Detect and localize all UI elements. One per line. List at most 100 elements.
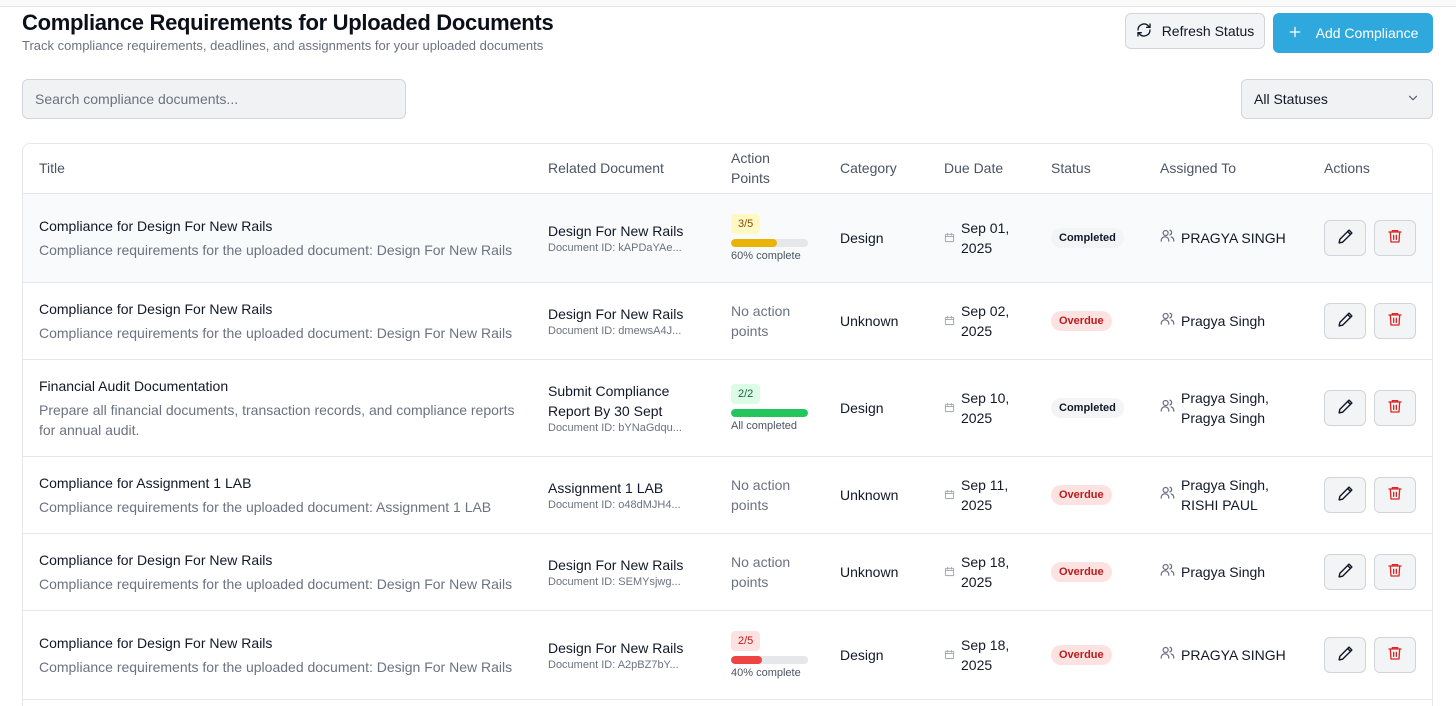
due-date-text: Sep 02, 2025: [961, 302, 1010, 339]
compliance-title: Compliance for Assignment 1 LAB: [39, 474, 252, 491]
table-header-row: Title Related Document Action Points Cat…: [23, 144, 1432, 193]
refresh-status-button[interactable]: Refresh Status: [1125, 13, 1265, 49]
due-date: Sep 11, 2025: [944, 475, 1019, 515]
column-header-title: Title: [39, 160, 65, 177]
due-date-text: Sep 18, 2025: [961, 636, 1010, 673]
calendar-icon: [944, 562, 955, 582]
status-badge: Overdue: [1051, 484, 1112, 505]
table-row[interactable]: Compliance for Design For New Rails Comp…: [23, 282, 1432, 359]
table-row[interactable]: Compliance for Design For New Rails Comp…: [23, 193, 1432, 282]
action-points-empty: No action points: [731, 553, 791, 590]
delete-button[interactable]: [1374, 476, 1416, 513]
compliance-description: Compliance requirements for the uploaded…: [39, 241, 513, 258]
action-points-progress-bar: [731, 408, 808, 417]
action-points-progress-text: 60% complete: [731, 249, 801, 262]
status-badge: Overdue: [1051, 644, 1112, 665]
action-points-empty: No action points: [731, 302, 791, 339]
action-points-cell: 3/5 60% complete: [715, 193, 824, 282]
related-document-name[interactable]: Submit Compliance Report By 30 Sept: [548, 381, 699, 421]
related-document-name[interactable]: Design For New Rails: [548, 555, 699, 575]
delete-button[interactable]: [1374, 302, 1416, 339]
top-bar: [0, 0, 1456, 7]
status-badge: Overdue: [1051, 310, 1112, 331]
table-row[interactable]: Compliance for Assignment 1 LAB Complian…: [23, 456, 1432, 533]
column-header-actions: Actions: [1324, 160, 1370, 177]
category-label: Design: [840, 399, 884, 416]
table-row[interactable]: Compliance for Design For New Rails Comp…: [23, 610, 1432, 699]
users-icon: [1160, 398, 1175, 418]
assigned-to: Pragya Singh: [1160, 562, 1292, 582]
compliance-title: Compliance for Design For New Rails: [39, 217, 273, 234]
column-header-action-points: Action Points: [731, 150, 770, 187]
pencil-icon: [1337, 228, 1354, 248]
plus-icon: [1288, 25, 1302, 42]
assigned-to: Pragya Singh, RISHI PAUL: [1160, 475, 1292, 515]
due-date: Sep 10, 2025: [944, 388, 1019, 428]
related-document-name[interactable]: Design For New Rails: [548, 638, 699, 658]
action-points-progress-fill: [731, 238, 778, 247]
compliance-table: Title Related Document Action Points Cat…: [22, 143, 1433, 706]
edit-button[interactable]: [1324, 636, 1366, 673]
due-date-text: Sep 10, 2025: [961, 389, 1010, 426]
category-label: Design: [840, 646, 884, 663]
trash-icon: [1387, 485, 1403, 504]
add-compliance-label: Add Compliance: [1315, 25, 1419, 41]
action-points-progress-text: 40% complete: [731, 666, 801, 679]
status-badge: Completed: [1051, 227, 1124, 248]
table-row[interactable]: Financial Audit Documentation Prepare al…: [23, 359, 1432, 456]
due-date: Sep 01, 2025: [944, 218, 1019, 258]
edit-button[interactable]: [1324, 302, 1366, 339]
related-document-id: Document ID: kAPDaYAe...: [548, 242, 682, 254]
status-badge: Overdue: [1051, 561, 1112, 582]
assigned-to-names: PRAGYA SINGH: [1181, 646, 1286, 663]
assigned-to: PRAGYA SINGH: [1160, 645, 1292, 665]
related-document-name[interactable]: Design For New Rails: [548, 304, 699, 324]
edit-button[interactable]: [1324, 219, 1366, 256]
delete-button[interactable]: [1374, 553, 1416, 590]
row-actions: [1324, 636, 1418, 673]
pencil-icon: [1337, 645, 1354, 665]
column-header-category: Category: [840, 160, 897, 177]
action-points-cell: 2/2 All completed: [715, 359, 824, 456]
users-icon: [1160, 562, 1175, 582]
action-points-cell: 2/5 40% complete: [715, 610, 824, 699]
assigned-to: Pragya Singh: [1160, 311, 1292, 331]
action-points-cell: No action points: [715, 456, 824, 533]
trash-icon: [1387, 562, 1403, 581]
category-label: Unknown: [840, 563, 899, 580]
users-icon: [1160, 311, 1175, 331]
compliance-description: Compliance requirements for the uploaded…: [39, 498, 492, 515]
search-input[interactable]: [22, 79, 406, 119]
users-icon: [1160, 645, 1175, 665]
add-compliance-button[interactable]: Add Compliance: [1273, 13, 1433, 53]
status-badge: Completed: [1051, 397, 1124, 418]
category-label: Design: [840, 229, 884, 246]
table-row[interactable]: Compliance for Design For New Rails Comp…: [23, 533, 1432, 610]
category-label: Unknown: [840, 486, 899, 503]
delete-button[interactable]: [1374, 389, 1416, 426]
status-filter-value: All Statuses: [1254, 91, 1328, 107]
action-points-count: 2/5: [731, 630, 761, 651]
assigned-to-names: Pragya Singh: [1181, 563, 1266, 580]
edit-button[interactable]: [1324, 389, 1366, 426]
row-actions: [1324, 553, 1418, 590]
compliance-title: Financial Audit Documentation: [39, 377, 229, 394]
calendar-icon: [944, 228, 955, 248]
compliance-title: Compliance for Design For New Rails: [39, 634, 273, 651]
delete-button[interactable]: [1374, 636, 1416, 673]
assigned-to-names: Pragya Singh, Pragya Singh: [1181, 389, 1269, 426]
status-filter-select[interactable]: All Statuses: [1241, 79, 1433, 119]
compliance-description: Compliance requirements for the uploaded…: [39, 324, 513, 341]
edit-button[interactable]: [1324, 476, 1366, 513]
related-document-name[interactable]: Design For New Rails: [548, 221, 699, 241]
row-actions: [1324, 302, 1418, 339]
related-document-name[interactable]: Assignment 1 LAB: [548, 478, 699, 498]
delete-button[interactable]: [1374, 219, 1416, 256]
due-date: Sep 02, 2025: [944, 301, 1019, 341]
due-date-text: Sep 11, 2025: [961, 476, 1009, 513]
refresh-icon: [1136, 22, 1152, 41]
related-document-id: Document ID: o48dMJH4...: [548, 499, 681, 511]
users-icon: [1160, 228, 1175, 248]
edit-button[interactable]: [1324, 553, 1366, 590]
action-points-progress-fill: [731, 408, 808, 417]
